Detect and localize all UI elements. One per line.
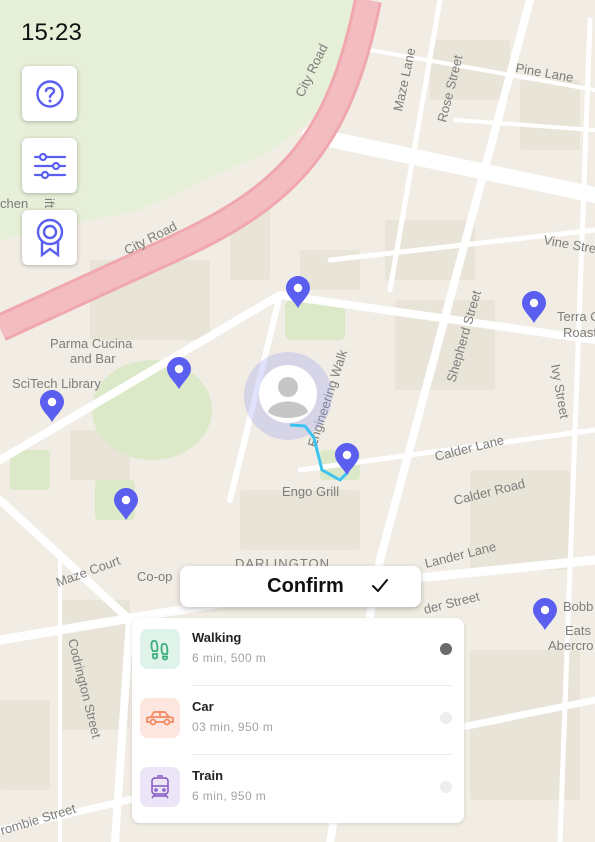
mode-option-car[interactable]: Car 03 min, 950 m — [132, 687, 464, 755]
mode-radio[interactable] — [440, 712, 452, 724]
mode-name: Train — [192, 768, 224, 783]
footsteps-icon — [150, 640, 169, 661]
filter-sliders-icon — [33, 152, 66, 179]
rewards-button[interactable] — [22, 210, 77, 265]
map-label: SciTech Library — [12, 376, 101, 391]
map-label: Parma Cucina — [50, 336, 133, 351]
map-label: Engo Grill — [282, 484, 339, 499]
check-icon — [372, 579, 388, 592]
map-label: ift — [42, 198, 57, 209]
confirm-button[interactable]: Confirm — [180, 566, 421, 607]
help-icon — [35, 79, 64, 108]
mode-meta: 6 min, 500 m — [192, 651, 267, 665]
map-label: Terra C — [557, 309, 595, 324]
mode-radio[interactable] — [440, 781, 452, 793]
transport-mode-panel: Walking 6 min, 500 m Car 03 min, 950 m T… — [132, 618, 464, 823]
mode-option-walking[interactable]: Walking 6 min, 500 m — [132, 618, 464, 686]
mode-meta: 03 min, 950 m — [192, 720, 274, 734]
map-label: and Bar — [70, 351, 116, 366]
mode-name: Car — [192, 699, 214, 714]
map-label: chen — [0, 196, 28, 211]
map-label: Co-op — [137, 569, 172, 584]
mode-name: Walking — [192, 630, 242, 645]
filter-button[interactable] — [22, 138, 77, 193]
map-label: Abercro — [548, 638, 594, 653]
train-icon — [151, 775, 169, 799]
divider — [192, 754, 452, 755]
mode-radio-selected[interactable] — [440, 643, 452, 655]
confirm-label: Confirm — [267, 575, 344, 597]
map-label: Eats — [565, 623, 592, 638]
badge-award-icon — [36, 218, 63, 257]
status-time: 15:23 — [21, 19, 83, 46]
car-icon — [146, 711, 174, 726]
mode-icon-bg — [140, 629, 180, 669]
map-label: Bobb — [563, 599, 593, 614]
user-avatar-icon[interactable] — [259, 365, 317, 423]
map-label: Roast — [563, 325, 595, 340]
mode-meta: 6 min, 950 m — [192, 789, 267, 803]
help-button[interactable] — [22, 66, 77, 121]
divider — [192, 685, 452, 686]
mode-option-train[interactable]: Train 6 min, 950 m — [132, 756, 464, 824]
mode-icon-bg — [140, 767, 180, 807]
mode-icon-bg — [140, 698, 180, 738]
